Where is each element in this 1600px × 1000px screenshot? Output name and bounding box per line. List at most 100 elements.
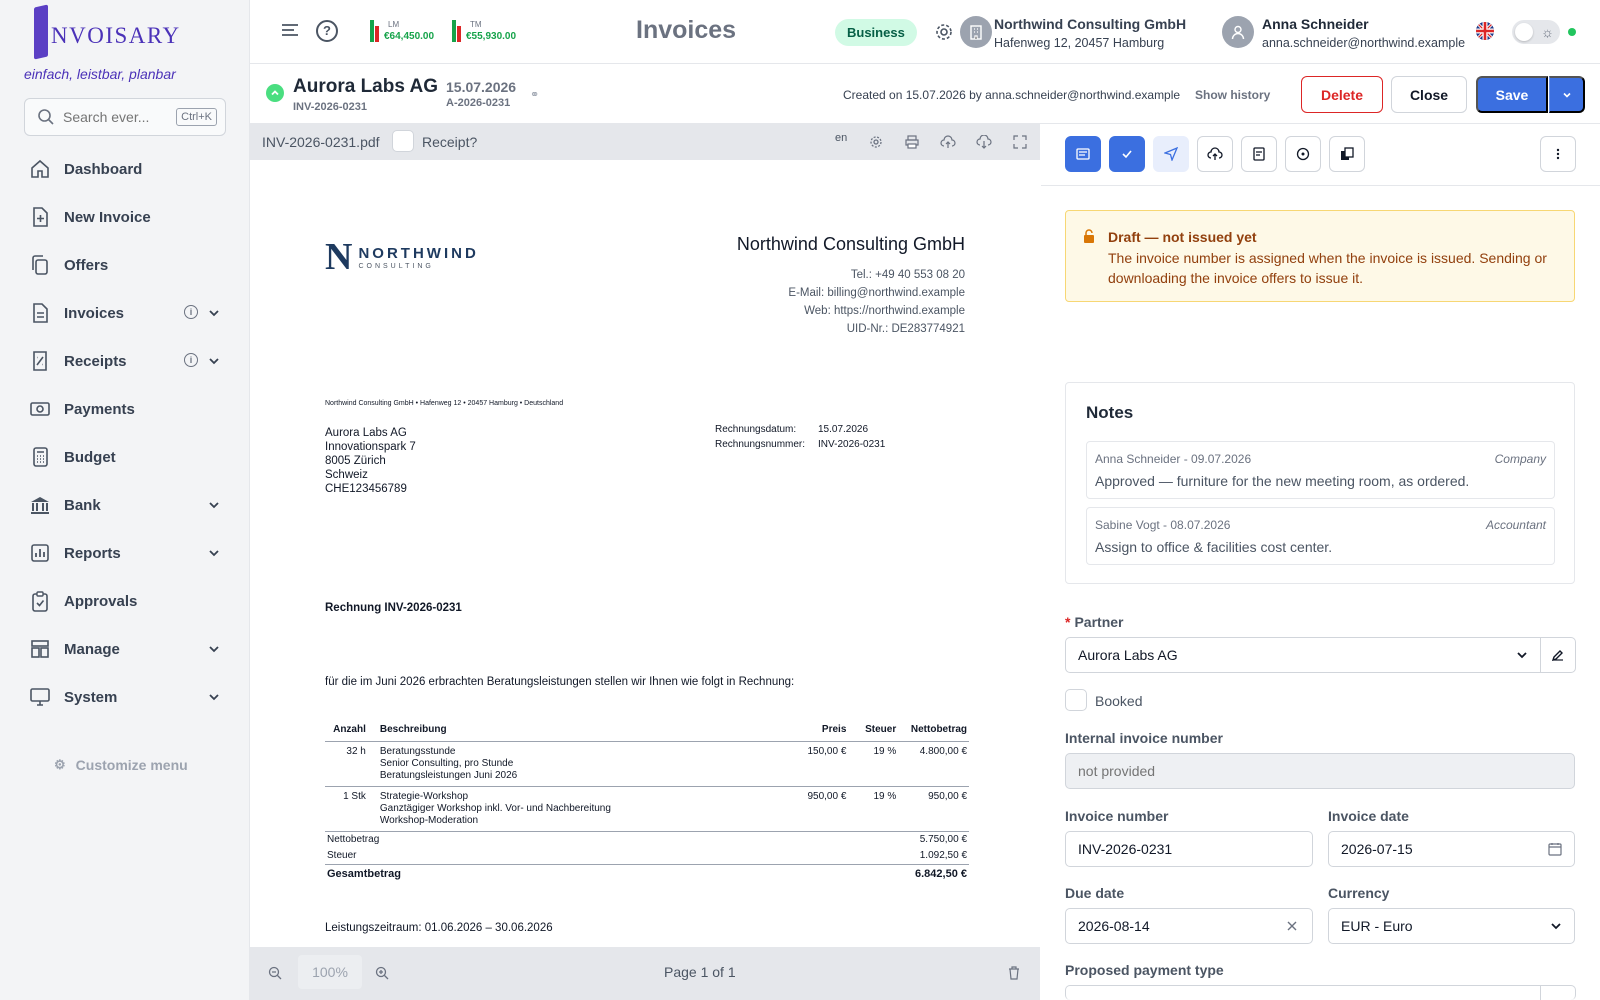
company-name[interactable]: Northwind Consulting GmbH	[994, 16, 1186, 32]
logo-text: NVOISARY	[51, 23, 181, 48]
sidebar-item-budget[interactable]: Budget	[0, 433, 250, 481]
info-icon[interactable]: i	[184, 353, 198, 367]
sidebar-item-label: New Invoice	[64, 208, 151, 226]
desc-line: Ganztägiger Workshop inkl. Vor- und Nach…	[379, 803, 611, 814]
sidebar-item-receipts[interactable]: Receipts i	[0, 337, 250, 385]
approve-button[interactable]	[1109, 136, 1145, 172]
sidebar-item-system[interactable]: System	[0, 673, 250, 721]
pdf-filename: INV-2026-0231.pdf	[262, 134, 380, 150]
sidebar-item-label: Receipts	[64, 352, 127, 370]
invoice-number-input[interactable]: INV-2026-0231	[1065, 831, 1313, 867]
sidebar-item-approvals[interactable]: Approvals	[0, 577, 250, 625]
theme-toggle[interactable]: ☼	[1512, 20, 1560, 44]
chevron-down-icon	[1516, 648, 1528, 664]
search-shortcut: Ctrl+K	[176, 108, 217, 126]
sum-label: Steuer	[327, 850, 357, 861]
settings-icon[interactable]	[868, 134, 884, 150]
status-up-icon	[266, 84, 284, 102]
global-search[interactable]: Ctrl+K	[24, 98, 226, 136]
zoom-out-icon[interactable]	[267, 965, 283, 981]
partner-select[interactable]: Aurora Labs AG	[1065, 637, 1541, 673]
duplicate-button[interactable]	[1329, 136, 1365, 172]
notes-button[interactable]	[1241, 136, 1277, 172]
info-icon[interactable]: i	[184, 305, 198, 319]
chevron-down-icon	[1550, 919, 1562, 935]
booked-checkbox[interactable]	[1065, 689, 1087, 711]
invoice-partner-title: Aurora Labs AG	[293, 76, 438, 97]
column-header: Steuer	[865, 724, 897, 735]
sidebar-item-bank[interactable]: Bank	[0, 481, 250, 529]
help-icon[interactable]: ?	[316, 20, 338, 42]
cloud-upload-icon[interactable]	[940, 134, 956, 150]
app-logo[interactable]: NVOISARY	[34, 4, 181, 60]
print-icon[interactable]	[904, 134, 920, 150]
delete-button[interactable]: Delete	[1301, 76, 1383, 113]
chevron-down-icon[interactable]	[208, 306, 220, 323]
chevron-down-icon[interactable]	[208, 498, 220, 515]
cell-tax: 19 %	[873, 791, 897, 802]
note-role: Company	[1494, 452, 1546, 466]
clear-icon[interactable]	[1286, 919, 1298, 935]
link-icon[interactable]: ⚭	[530, 88, 539, 101]
chevron-down-icon[interactable]	[208, 546, 220, 563]
edit-payment-type-button[interactable]	[1540, 985, 1576, 1000]
chart-icon	[28, 541, 52, 565]
kpi-this-month[interactable]: TM €55,930.00	[452, 20, 516, 42]
sidebar-item-reports[interactable]: Reports	[0, 529, 250, 577]
save-button[interactable]: Save	[1476, 76, 1548, 113]
zoom-level-input[interactable]: 100%	[298, 955, 362, 989]
invoice-date-input[interactable]: 2026-07-15	[1328, 831, 1575, 867]
fullscreen-icon[interactable]	[1012, 134, 1028, 150]
close-button[interactable]: Close	[1391, 76, 1467, 113]
pdf-recipient: Aurora Labs AG Innovationspark 7 8005 Zü…	[325, 426, 416, 496]
uk-flag-icon[interactable]	[1476, 22, 1494, 40]
created-info: Created on 15.07.2026 by anna.schneider@…	[843, 88, 1181, 102]
sidebar-item-invoices[interactable]: Invoices i	[0, 289, 250, 337]
trash-icon[interactable]	[1006, 965, 1022, 981]
edit-partner-button[interactable]	[1540, 637, 1576, 673]
zoom-in-icon[interactable]	[374, 965, 390, 981]
sidebar-item-new-invoice[interactable]: New Invoice	[0, 193, 250, 241]
language-selector[interactable]: en	[835, 132, 847, 144]
chevron-down-icon[interactable]	[208, 690, 220, 707]
chevron-down-icon[interactable]	[208, 354, 220, 371]
cloud-download-icon[interactable]	[976, 134, 992, 150]
sidebar-item-payments[interactable]: Payments	[0, 385, 250, 433]
internal-number-input[interactable]	[1065, 753, 1575, 789]
user-name[interactable]: Anna Schneider	[1262, 16, 1369, 32]
customize-menu-button[interactable]: ⚙ Customize menu	[54, 757, 188, 773]
required-marker: *	[1065, 614, 1071, 630]
sidebar-item-offers[interactable]: Offers	[0, 241, 250, 289]
kpi-last-month[interactable]: LM €64,450.00	[370, 20, 434, 42]
sun-icon: ☼	[1541, 24, 1554, 40]
status-button[interactable]	[1285, 136, 1321, 172]
settings-gear-icon[interactable]	[934, 22, 954, 45]
note-item[interactable]: Anna Schneider - 09.07.2026 Company Appr…	[1086, 441, 1555, 499]
calendar-icon[interactable]	[1548, 842, 1562, 859]
note-item[interactable]: Sabine Vogt - 08.07.2026 Accountant Assi…	[1086, 507, 1555, 565]
upload-button[interactable]	[1197, 136, 1233, 172]
user-avatar[interactable]	[1222, 16, 1254, 48]
send-button[interactable]	[1153, 136, 1189, 172]
email-button[interactable]	[1065, 136, 1101, 172]
currency-select[interactable]: EUR - Euro	[1328, 908, 1575, 944]
chevron-down-icon[interactable]	[208, 642, 220, 659]
due-date-input[interactable]: 2026-08-14	[1065, 908, 1313, 944]
search-input[interactable]	[63, 109, 177, 125]
note-meta: Anna Schneider - 09.07.2026	[1095, 452, 1252, 466]
save-options-button[interactable]	[1549, 76, 1585, 113]
company-address: Hafenweg 12, 20457 Hamburg	[994, 36, 1165, 50]
recipient-line: Schweiz	[325, 469, 368, 481]
company-building-icon[interactable]	[960, 16, 992, 48]
pdf-company-name: Northwind Consulting GmbH	[736, 234, 965, 254]
menu-icon[interactable]	[280, 20, 300, 43]
currency-label: Currency	[1328, 885, 1390, 901]
show-history-link[interactable]: Show history	[1195, 88, 1270, 102]
sidebar-item-dashboard[interactable]: Dashboard	[0, 145, 250, 193]
sidebar-item-manage[interactable]: Manage	[0, 625, 250, 673]
payment-type-select[interactable]	[1065, 985, 1541, 1000]
cell-description: Beratungsstunde Senior Consulting, pro S…	[380, 746, 749, 782]
cell-qty: 32 h	[346, 746, 366, 757]
more-options-button[interactable]	[1540, 136, 1576, 172]
receipt-checkbox[interactable]	[392, 130, 414, 152]
